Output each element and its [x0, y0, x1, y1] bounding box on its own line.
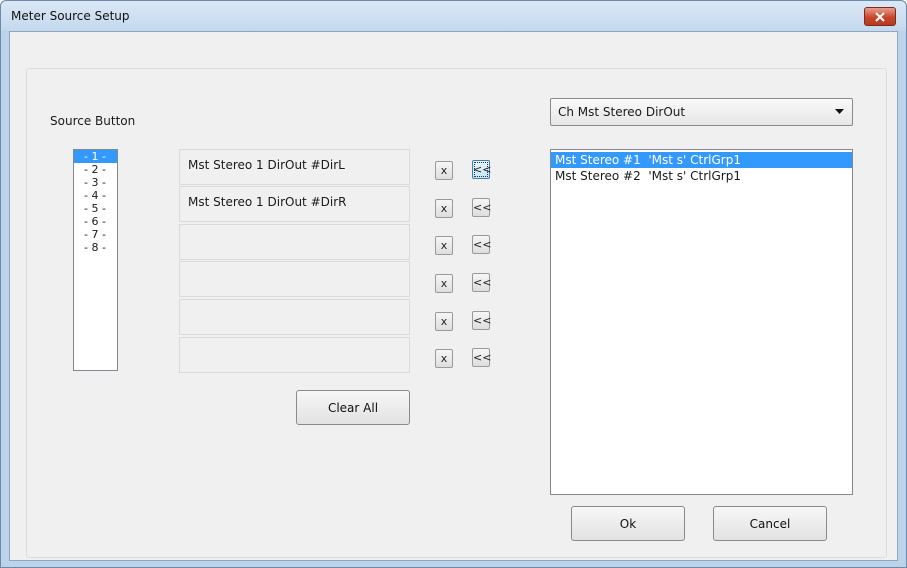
chevron-down-icon	[835, 109, 844, 114]
remove-slot-4-button[interactable]: x	[435, 274, 453, 293]
dialog-body: Source Button - 1 - - 2 - - 3 - - 4 - - …	[9, 31, 898, 561]
channel-list[interactable]: Mst Stereo #1 'Mst s' CtrlGrp1 Mst Stere…	[550, 149, 853, 495]
source-item-4[interactable]: - 4 -	[74, 189, 117, 202]
assigned-source-slot-3[interactable]	[179, 224, 410, 260]
source-item-8[interactable]: - 8 -	[74, 241, 117, 254]
remove-slot-5-button[interactable]: x	[435, 312, 453, 331]
clear-all-button[interactable]: Clear All	[296, 390, 410, 425]
assign-slot-5-button[interactable]: <<	[472, 311, 491, 330]
source-item-5[interactable]: - 5 -	[74, 202, 117, 215]
source-item-3[interactable]: - 3 -	[74, 176, 117, 189]
source-button-label: Source Button	[50, 114, 136, 128]
assign-slot-6-button[interactable]: <<	[472, 348, 491, 367]
source-item-6[interactable]: - 6 -	[74, 215, 117, 228]
channel-item-1[interactable]: Mst Stereo #1 'Mst s' CtrlGrp1	[551, 152, 852, 168]
assigned-source-slot-1[interactable]: Mst Stereo 1 DirOut #DirL	[179, 149, 410, 185]
assigned-source-slot-5[interactable]	[179, 299, 410, 335]
window-title: Meter Source Setup	[11, 9, 130, 23]
close-icon	[875, 11, 885, 22]
channel-item-2[interactable]: Mst Stereo #2 'Mst s' CtrlGrp1	[551, 168, 852, 184]
source-item-1[interactable]: - 1 -	[74, 150, 117, 163]
source-item-7[interactable]: - 7 -	[74, 228, 117, 241]
assign-slot-3-button[interactable]: <<	[472, 235, 491, 254]
cancel-button[interactable]: Cancel	[713, 506, 827, 541]
assign-slot-2-button[interactable]: <<	[472, 198, 491, 217]
channel-type-selected: Ch Mst Stereo DirOut	[558, 105, 686, 119]
ok-button[interactable]: Ok	[571, 506, 685, 541]
assigned-source-slot-6[interactable]	[179, 337, 410, 373]
assign-slot-4-button[interactable]: <<	[472, 273, 491, 292]
remove-slot-1-button[interactable]: x	[435, 161, 453, 180]
close-button[interactable]	[864, 7, 896, 26]
source-item-2[interactable]: - 2 -	[74, 163, 117, 176]
channel-type-dropdown[interactable]: Ch Mst Stereo DirOut	[550, 98, 853, 126]
source-button-list[interactable]: - 1 - - 2 - - 3 - - 4 - - 5 - - 6 - - 7 …	[73, 149, 118, 371]
assigned-source-slot-2[interactable]: Mst Stereo 1 DirOut #DirR	[179, 186, 410, 222]
remove-slot-2-button[interactable]: x	[435, 199, 453, 218]
assigned-source-slot-4[interactable]	[179, 261, 410, 297]
title-bar[interactable]: Meter Source Setup	[1, 1, 906, 31]
assign-slot-1-button[interactable]: <<	[472, 160, 491, 179]
remove-slot-3-button[interactable]: x	[435, 236, 453, 255]
meter-source-setup-window: Meter Source Setup Source Button - 1 - -…	[0, 0, 907, 568]
remove-slot-6-button[interactable]: x	[435, 349, 453, 368]
